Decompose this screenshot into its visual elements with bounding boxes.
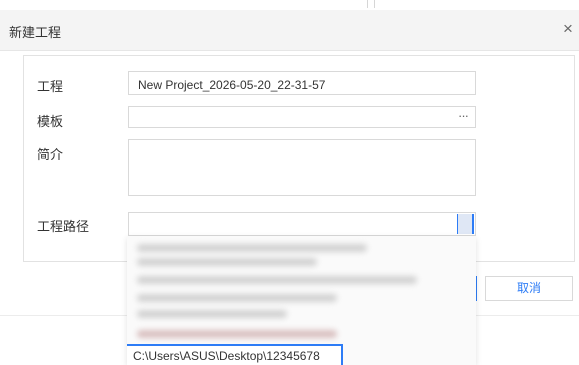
project-path-label: 工程路径 xyxy=(37,219,90,234)
background-divider xyxy=(367,0,375,8)
dialog-title-bar: 新建工程 × xyxy=(0,10,579,51)
blurred-list-item xyxy=(137,330,337,338)
blurred-list-item xyxy=(137,258,317,266)
close-icon[interactable]: × xyxy=(563,20,573,38)
intro-textarea[interactable] xyxy=(128,139,476,196)
dialog-title: 新建工程 xyxy=(9,25,62,40)
project-path-select[interactable] xyxy=(128,212,476,236)
path-dropdown-list[interactable]: C:\Users\ASUS\Desktop\12345678 xyxy=(127,236,476,365)
project-name-value: New Project_2026-05-20_22-31-57 xyxy=(138,78,326,92)
blurred-list-item xyxy=(137,294,337,302)
template-label: 模板 xyxy=(37,114,64,129)
blurred-list-item xyxy=(137,244,367,252)
blurred-list-item xyxy=(137,310,287,318)
cancel-button[interactable]: 取消 xyxy=(485,276,573,301)
blurred-list-item xyxy=(137,276,417,284)
intro-label: 简介 xyxy=(37,147,64,162)
project-name-label: 工程 xyxy=(37,79,64,94)
path-list-item-selected[interactable]: C:\Users\ASUS\Desktop\12345678 xyxy=(127,344,343,365)
project-name-input[interactable]: New Project_2026-05-20_22-31-57 xyxy=(128,71,476,95)
background-window-strip xyxy=(0,0,579,10)
more-icon[interactable]: ··· xyxy=(458,108,469,123)
path-item-text: C:\Users\ASUS\Desktop\12345678 xyxy=(133,349,320,363)
dropdown-toggle[interactable] xyxy=(457,214,474,234)
template-select[interactable]: ··· xyxy=(128,106,476,128)
